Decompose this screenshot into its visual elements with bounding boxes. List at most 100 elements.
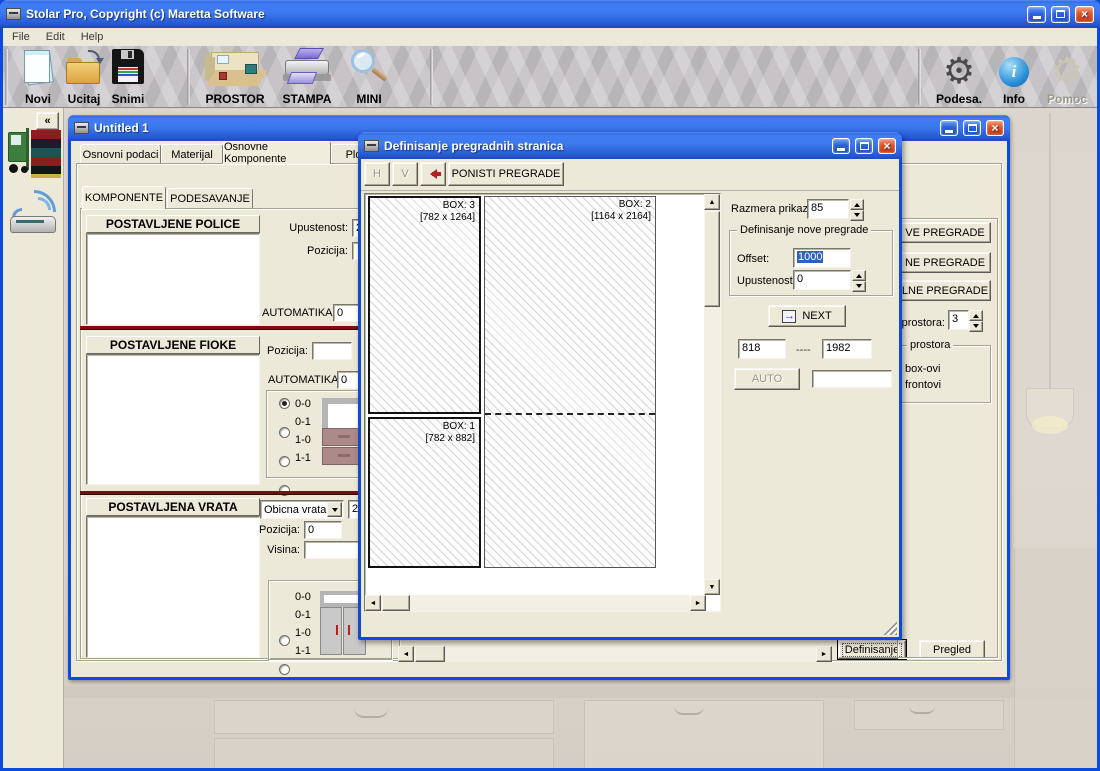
fioke-header[interactable]: POSTAVLJENE FIOKE — [86, 336, 260, 354]
razmera-field[interactable]: 85 — [807, 199, 849, 219]
scanner-icon[interactable] — [8, 190, 58, 238]
vrata-header[interactable]: POSTAVLJENA VRATA — [86, 498, 260, 516]
canvas-vertical-scrollbar[interactable]: ▲ ▼ — [704, 194, 720, 595]
dialog-upustenost-field[interactable]: 0 — [793, 270, 851, 290]
scrollbar-thumb[interactable] — [704, 211, 720, 307]
menu-bar: File Edit Help — [3, 28, 1097, 45]
dialog-window: Definisanje pregradnih stranica × H V PO… — [358, 132, 902, 640]
app-maximize-button[interactable] — [1051, 6, 1070, 23]
police-header[interactable]: POSTAVLJENE POLICE — [86, 215, 260, 233]
vrata-type-dropdown[interactable]: Obicna vrata — [260, 500, 344, 519]
fioke-radio-0-1[interactable] — [279, 427, 290, 438]
toolbar-ucitaj-button[interactable]: Ucitaj — [61, 48, 107, 106]
fioke-pozicija-field[interactable] — [312, 342, 352, 360]
prostora-label: prostora: — [897, 317, 945, 329]
toolbar-novi-button[interactable]: Novi — [15, 48, 61, 106]
subtab-podesavanje[interactable]: PODESAVANJE — [167, 188, 253, 209]
range-from-field[interactable]: 818 — [738, 339, 786, 359]
fioke-radio-1-0[interactable] — [279, 456, 290, 467]
app-close-button[interactable]: × — [1075, 6, 1094, 23]
dialog-minimize-button[interactable] — [832, 138, 850, 154]
scroll-left-button[interactable]: ◄ — [398, 646, 414, 662]
toolbar-mini-button[interactable]: MINI — [343, 48, 395, 106]
police-listbox[interactable] — [86, 233, 260, 325]
tab-osnovni-podaci[interactable]: Osnovni podaci — [80, 144, 161, 164]
spinner-down-button[interactable] — [850, 210, 864, 221]
prostora-field[interactable]: 3 — [948, 310, 969, 330]
menu-help[interactable]: Help — [81, 31, 104, 43]
scroll-left-button[interactable]: ◄ — [365, 595, 381, 611]
auto-field[interactable] — [812, 370, 892, 388]
main-window-icon — [74, 122, 89, 134]
pregrade-button-3[interactable]: LNE PREGRADE — [899, 280, 991, 301]
toolbar-stampa-button[interactable]: STAMPA — [275, 48, 339, 106]
field-value: 0 — [308, 524, 314, 536]
range-to-field[interactable]: 1982 — [822, 339, 872, 359]
dropdown-arrow-button[interactable] — [327, 502, 342, 517]
prostora-item-boxovi[interactable]: box-ovi — [905, 363, 940, 375]
vrata-pozicija-field[interactable]: 0 — [304, 521, 342, 539]
menu-edit[interactable]: Edit — [46, 31, 65, 43]
close-icon: × — [1081, 8, 1088, 20]
main-window-close-button[interactable]: × — [986, 120, 1004, 136]
prostora-item-frontovi[interactable]: frontovi — [905, 379, 941, 391]
dialog-maximize-button[interactable] — [855, 138, 873, 154]
canvas-horizontal-scrollbar[interactable]: ◄ ► — [365, 595, 706, 611]
toolbar-info-button[interactable]: i Info — [993, 48, 1035, 106]
definisanje-button[interactable]: Definisanje — [838, 640, 906, 659]
upustenost-spinner[interactable] — [852, 270, 866, 290]
partition-canvas[interactable]: BOX: 3 [782 x 1264] BOX: 2 [1164 x 2164]… — [364, 193, 721, 612]
spinner-up-button[interactable] — [852, 270, 866, 281]
scrollbar-thumb[interactable] — [415, 646, 445, 662]
vrata-listbox[interactable] — [86, 516, 260, 658]
box-name: BOX: 3 — [420, 200, 475, 212]
undo-partition-button[interactable] — [420, 162, 446, 186]
tab-materijal[interactable]: Materijal — [161, 144, 223, 164]
main-window-maximize-button[interactable] — [963, 120, 981, 136]
dialog-titlebar[interactable]: Definisanje pregradnih stranica × — [358, 132, 902, 159]
forklift-icon[interactable] — [6, 122, 62, 184]
menu-file[interactable]: File — [12, 31, 30, 43]
spinner-up-button[interactable] — [969, 310, 983, 321]
scroll-right-button[interactable]: ► — [816, 646, 832, 662]
scroll-right-button[interactable]: ► — [690, 595, 706, 611]
razmera-spinner[interactable] — [850, 199, 864, 219]
police-pozicija-label: Pozicija: — [300, 245, 348, 257]
section-divider — [80, 326, 395, 330]
fioke-listbox[interactable] — [86, 354, 260, 485]
fioke-radio-0-0[interactable] — [279, 398, 290, 409]
toolbar-prostor-button[interactable]: PROSTOR — [199, 48, 271, 106]
subtab-komponente[interactable]: KOMPONENTE — [82, 186, 166, 209]
pregrade-button-2[interactable]: NE PREGRADE — [899, 252, 991, 273]
main-horizontal-scrollbar[interactable]: ◄ ► — [398, 646, 832, 662]
prostora-spinner[interactable] — [969, 310, 983, 330]
drawer-handle — [674, 706, 704, 715]
spinner-down-button[interactable] — [969, 321, 983, 332]
arrow-right-icon: ► — [695, 600, 702, 607]
ponisti-pregrade-button[interactable]: PONISTI PREGRADE — [448, 162, 564, 186]
pregrade-button-1[interactable]: VE PREGRADE — [899, 222, 991, 243]
dialog-close-button[interactable]: × — [878, 138, 896, 154]
vrata-radio-0-0[interactable] — [279, 635, 290, 646]
box-2[interactable]: BOX: 2 [1164 x 2164] — [484, 196, 656, 568]
scrollbar-thumb[interactable] — [382, 595, 410, 611]
app-titlebar[interactable]: Stolar Pro, Copyright (c) Maretta Softwa… — [0, 0, 1100, 28]
scroll-up-button[interactable]: ▲ — [704, 194, 720, 210]
spinner-up-button[interactable] — [850, 199, 864, 210]
dialog-resize-grip[interactable] — [883, 621, 897, 635]
chandelier-glow — [1032, 416, 1068, 434]
toolbar-snimi-button[interactable]: Snimi — [105, 48, 151, 106]
box-1[interactable]: BOX: 1 [782 x 882] — [368, 417, 481, 568]
toolbar-podesa-button[interactable]: ⚙ Podesa. — [931, 48, 987, 106]
vrata-radio-0-1[interactable] — [279, 664, 290, 675]
box-3[interactable]: BOX: 3 [782 x 1264] — [368, 196, 481, 414]
maximize-icon — [968, 124, 977, 132]
main-window-minimize-button[interactable] — [940, 120, 958, 136]
app-minimize-button[interactable] — [1027, 6, 1046, 23]
spinner-down-button[interactable] — [852, 281, 866, 292]
offset-field[interactable]: 1000 — [793, 248, 851, 268]
scroll-down-button[interactable]: ▼ — [704, 579, 720, 595]
tab-osnovne-komponente[interactable]: Osnovne Komponente — [223, 141, 331, 164]
next-button[interactable]: → NEXT — [768, 305, 846, 327]
arrow-left-icon: ◄ — [403, 651, 410, 658]
